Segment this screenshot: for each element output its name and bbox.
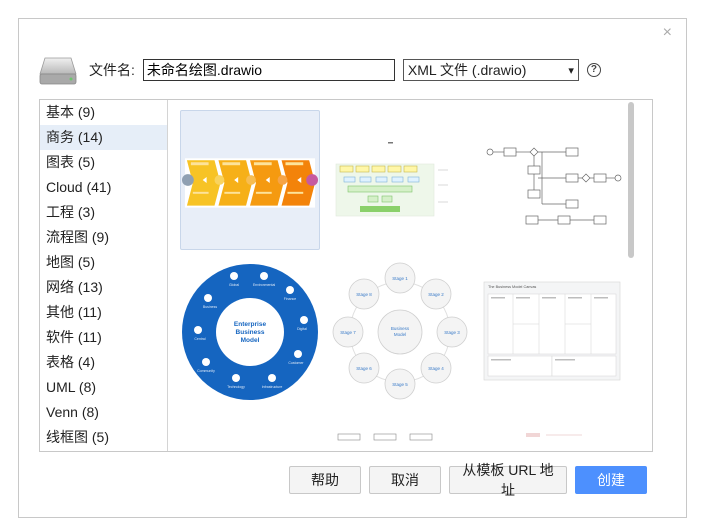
category-item[interactable]: 流程图 (9) <box>40 225 167 250</box>
partial-row-2-thumbnail <box>526 433 582 437</box>
enterprise-business-model-thumbnail: Enterprise Business Model Global Environ… <box>182 264 318 400</box>
filename-label: 文件名: <box>89 62 135 78</box>
svg-text:Business: Business <box>203 305 217 309</box>
bmc-title-line3: Model <box>241 337 260 344</box>
svg-text:The Business Model Canvas: The Business Model Canvas <box>488 285 536 289</box>
category-item[interactable]: 网络 (13) <box>40 275 167 300</box>
filename-input[interactable] <box>142 59 395 81</box>
svg-text:Customer: Customer <box>288 361 304 365</box>
template-grid: Enterprise Business Model Global Environ… <box>168 100 638 451</box>
chevron-down-icon: ▾ <box>568 64 574 77</box>
close-icon[interactable]: × <box>663 25 672 41</box>
svg-text:Environmental: Environmental <box>253 283 276 287</box>
chevron-process-thumbnail <box>181 158 319 208</box>
svg-text:Stage 7: Stage 7 <box>340 330 356 335</box>
category-item[interactable]: 工程 (3) <box>40 200 167 225</box>
swimlane-flow-thumbnail <box>335 142 448 217</box>
category-item[interactable]: 基本 (9) <box>40 100 167 125</box>
svg-text:Stage 2: Stage 2 <box>428 292 444 297</box>
svg-text:Central: Central <box>194 337 206 341</box>
category-item[interactable]: UML (8) <box>40 375 167 400</box>
category-item[interactable]: 图表 (5) <box>40 150 167 175</box>
svg-text:Stage 1: Stage 1 <box>392 276 408 281</box>
svg-text:Stage 6: Stage 6 <box>356 366 372 371</box>
business-model-stages-thumbnail: Business Model Stage 1 Stage 2 Stage 3 S… <box>332 262 468 400</box>
new-diagram-dialog: × 文件名: XML 文件 (.drawio) ▾ ? 基本 (9)商务 (14… <box>18 18 687 518</box>
template-partial-row-2[interactable] <box>482 432 622 451</box>
vertical-scrollbar[interactable] <box>628 102 634 258</box>
svg-text:Stage 5: Stage 5 <box>392 382 408 387</box>
category-item[interactable]: Cloud (41) <box>40 175 167 200</box>
template-bpmn-process[interactable] <box>482 110 622 250</box>
template-partial-row[interactable] <box>330 432 470 451</box>
category-item[interactable]: 表格 (4) <box>40 350 167 375</box>
svg-text:Community: Community <box>197 369 215 373</box>
help-button[interactable]: 帮助 <box>289 466 361 494</box>
business-model-canvas-thumbnail: The Business Model Canvas <box>483 281 621 381</box>
format-select-value: XML 文件 (.drawio) <box>407 62 527 78</box>
svg-text:Infrastructure: Infrastructure <box>262 385 283 389</box>
bmc-title-line1: Enterprise <box>234 321 267 328</box>
svg-text:Technology: Technology <box>227 385 245 389</box>
template-business-model-canvas[interactable]: The Business Model Canvas <box>482 262 622 402</box>
template-swimlane-flow[interactable] <box>330 110 470 250</box>
svg-text:Model: Model <box>394 332 406 337</box>
category-list: 基本 (9) 商务 (14) 图表 (5) Cloud (41) 工程 (3) 流程图 (… <box>40 100 168 451</box>
category-item[interactable]: 软件 (11) <box>40 325 167 350</box>
partial-row-thumbnail <box>337 433 433 441</box>
svg-text:Stage 4: Stage 4 <box>428 366 444 371</box>
help-icon[interactable]: ? <box>586 63 601 77</box>
svg-text:Global: Global <box>229 283 239 287</box>
template-panel: 基本 (9) 商务 (14) 图表 (5) Cloud (41) 工程 (3) 流程图 (… <box>39 99 653 452</box>
svg-text:Business: Business <box>391 326 410 331</box>
template-chevron-process[interactable] <box>180 110 320 250</box>
bpmn-process-thumbnail <box>486 147 622 225</box>
svg-text:Stage 8: Stage 8 <box>356 292 372 297</box>
create-button[interactable]: 创建 <box>575 466 647 494</box>
category-item[interactable]: 商务 (14) <box>40 125 167 150</box>
svg-text:Stage 3: Stage 3 <box>444 330 460 335</box>
template-business-model-stages[interactable]: Business Model Stage 1 Stage 2 Stage 3 S… <box>330 262 470 402</box>
format-select[interactable]: XML 文件 (.drawio) ▾ <box>402 59 579 81</box>
from-template-url-button[interactable]: 从模板 URL 地址 <box>449 462 567 498</box>
bmc-title-line2: Business <box>236 329 265 336</box>
category-item[interactable]: 地图 (5) <box>40 250 167 275</box>
cancel-button[interactable]: 取消 <box>369 466 441 494</box>
svg-text:Digital: Digital <box>297 327 307 331</box>
category-item[interactable]: 其他 (11) <box>40 300 167 325</box>
hard-drive-icon <box>39 57 77 85</box>
category-item[interactable]: 线框图 (5) <box>40 425 167 450</box>
filename-row: 文件名: XML 文件 (.drawio) ▾ ? <box>39 53 601 87</box>
svg-text:Finance: Finance <box>284 297 297 301</box>
template-enterprise-business-model[interactable]: Enterprise Business Model Global Environ… <box>180 262 320 402</box>
category-item[interactable]: Venn (8) <box>40 400 167 425</box>
